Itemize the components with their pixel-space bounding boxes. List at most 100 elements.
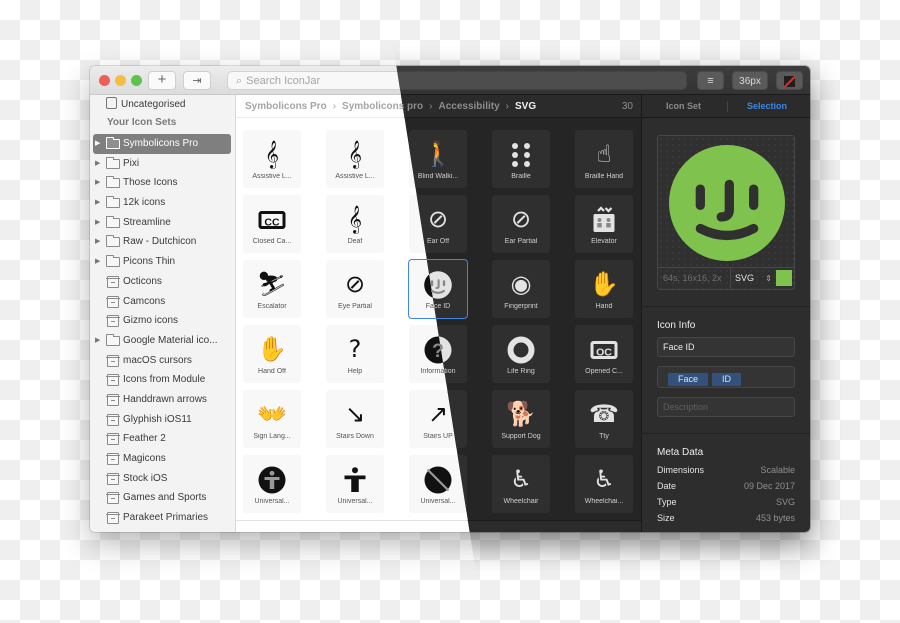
sidebar-item[interactable]: Icons from Module (93, 370, 231, 390)
sidebar-item[interactable]: ▶ 12k icons (93, 193, 231, 213)
sidebar-item[interactable]: Camcons (93, 292, 231, 312)
sidebar-item[interactable]: ▶ Symbolicons Pro (93, 134, 231, 154)
breadcrumb-item[interactable]: Accessibility (439, 101, 500, 112)
sidebar-item[interactable]: Glyphish iOS11 (93, 410, 231, 430)
breadcrumb-item[interactable]: Symbolicons Pro (245, 101, 327, 112)
icon-tile[interactable]: 𝄞 Assistive L... (326, 130, 384, 188)
disclosure-triangle-icon[interactable]: ▶ (95, 134, 100, 154)
tab-icon-set[interactable]: Icon Set (666, 95, 701, 118)
zoom-window-button[interactable] (131, 75, 142, 86)
meta-row: Size 453 bytes (657, 513, 795, 525)
description-field[interactable]: Description (657, 397, 795, 417)
icon-tile[interactable]: Universal... (243, 455, 301, 513)
sidebar-item-label: Parakeet Primaries (123, 512, 209, 524)
sidebar-item[interactable]: Games and Sports (93, 488, 231, 508)
icon-tile-label: Stairs Down (336, 433, 374, 440)
tray-icon (106, 97, 117, 109)
sign-language-icon: 👐 (257, 400, 287, 428)
disclosure-triangle-icon[interactable]: ▶ (95, 252, 100, 272)
format-select[interactable]: SVG ⇕ (730, 268, 776, 289)
icon-tile[interactable]: Braille (492, 130, 550, 188)
sidebar-item[interactable]: Octicons (93, 272, 231, 292)
icon-tile[interactable]: ✋ Hand Off (243, 325, 301, 383)
export-sizes-input[interactable]: 64s, 16x16, 2x (663, 268, 722, 289)
icon-tile[interactable]: ⊘ Eye Partial (326, 260, 384, 318)
export-icon: ⇥ (192, 75, 202, 87)
icon-size-button[interactable]: 36px (732, 71, 768, 90)
icon-tile[interactable]: 🚶 Blind Walki... (409, 130, 467, 188)
icon-count: 30 (621, 101, 633, 112)
icon-tile[interactable]: Life Ring (492, 325, 550, 383)
sidebar-item-label: Icons from Module (123, 374, 206, 386)
sidebar-item[interactable]: Gizmo icons (93, 311, 231, 331)
icon-tile[interactable]: ♿ Wheelchai... (575, 455, 633, 513)
sidebar-item-uncategorised[interactable]: Uncategorised (106, 97, 185, 110)
meta-row: Dimensions Scalable (657, 465, 795, 477)
disclosure-triangle-icon[interactable]: ▶ (95, 213, 100, 233)
disclosure-triangle-icon[interactable]: ▶ (95, 232, 100, 252)
icon-tile[interactable]: ◉ Fingerprint (492, 260, 550, 318)
filter-button[interactable]: ≡ (697, 71, 724, 90)
icon-tile[interactable]: ☝ Braille Hand (575, 130, 633, 188)
breadcrumb-item[interactable]: SVG (515, 101, 536, 112)
icon-set-box-icon (106, 315, 120, 328)
disclosure-triangle-icon[interactable]: ▶ (95, 331, 100, 351)
sidebar-item-label: 12k icons (123, 197, 166, 209)
sidebar-item[interactable]: ▶ Streamline (93, 213, 231, 233)
disclosure-triangle-icon[interactable]: ▶ (95, 173, 100, 193)
icon-tile-label: Help (347, 368, 363, 375)
minimize-window-button[interactable] (115, 75, 126, 86)
icon-tile[interactable]: ♿ Wheelchair (492, 455, 550, 513)
icon-tile[interactable]: OC Opened C... (575, 325, 633, 383)
sidebar-item[interactable]: Magicons (93, 449, 231, 469)
escalator-icon: ⛷ (256, 270, 288, 298)
icon-tile[interactable]: ☎ Tty (575, 390, 633, 448)
elevator-icon (593, 206, 615, 232)
disclosure-triangle-icon[interactable]: ▶ (95, 154, 100, 174)
tab-divider (727, 101, 728, 112)
add-button[interactable]: + (148, 71, 176, 90)
sidebar-item[interactable]: ▶ Picons Thin (93, 252, 231, 272)
icon-tile[interactable]: ✋ Hand (575, 260, 633, 318)
folder-icon (106, 176, 120, 189)
icon-tile[interactable]: ⛷ Escalator (243, 260, 301, 318)
sidebar-item[interactable]: ▶ Those Icons (93, 173, 231, 193)
sidebar-item[interactable]: ▶ Google Material ico... (93, 331, 231, 351)
icon-tile-label: Closed Ca... (252, 238, 292, 245)
close-window-button[interactable] (99, 75, 110, 86)
tag-token[interactable]: Face (668, 373, 709, 386)
color-button[interactable] (776, 71, 803, 90)
sidebar-item[interactable]: ▶ Raw - Dutchicon (93, 232, 231, 252)
tab-selection[interactable]: Selection (747, 95, 787, 118)
chevron-right-icon: › (505, 101, 509, 112)
sidebar-item[interactable]: ▶ Pixi (93, 154, 231, 174)
preview-color-swatch[interactable] (776, 270, 792, 286)
disclosure-triangle-icon[interactable]: ▶ (95, 193, 100, 213)
icon-tile[interactable]: 𝄞 Assistive L... (243, 130, 301, 188)
icon-set-box-icon (106, 453, 120, 465)
sidebar-item-label: Glyphish iOS11 (123, 413, 192, 425)
magnifier-icon: ⌕ (236, 75, 243, 87)
icon-tile[interactable]: 🐕 Support Dog (492, 390, 550, 448)
icon-tile[interactable]: Elevator (575, 195, 633, 253)
icon-tile-label: Braille Hand (584, 173, 624, 180)
icon-tile[interactable]: CC Closed Ca... (243, 195, 301, 253)
sidebar-item[interactable]: Feather 2 (93, 429, 231, 449)
icon-name-field[interactable]: Face ID (657, 337, 795, 357)
export-button[interactable]: ⇥ (183, 71, 211, 90)
icon-tile[interactable]: ? Help (326, 325, 384, 383)
sidebar-item[interactable]: Handdrawn arrows (93, 390, 231, 410)
icon-tile[interactable]: Universal... (326, 455, 384, 513)
icon-tile[interactable]: 👐 Sign Lang... (243, 390, 301, 448)
icon-tile-label: Support Dog (501, 433, 541, 440)
icon-tile[interactable]: ⊘ Ear Partial (492, 195, 550, 253)
sidebar-item[interactable]: Parakeet Primaries (93, 508, 231, 528)
icon-tile[interactable]: ↘ Stairs Down (326, 390, 384, 448)
tags-field[interactable]: Face ID (657, 366, 795, 388)
sidebar-item[interactable]: Stock iOS (93, 469, 231, 489)
tag-token[interactable]: ID (712, 373, 742, 386)
icon-tile[interactable]: 𝄞 Deaf (326, 195, 384, 253)
icon-tile[interactable]: Universal... (409, 455, 467, 513)
sidebar-item[interactable]: macOS cursors (93, 351, 231, 371)
hand-icon: ✋ (589, 270, 619, 298)
